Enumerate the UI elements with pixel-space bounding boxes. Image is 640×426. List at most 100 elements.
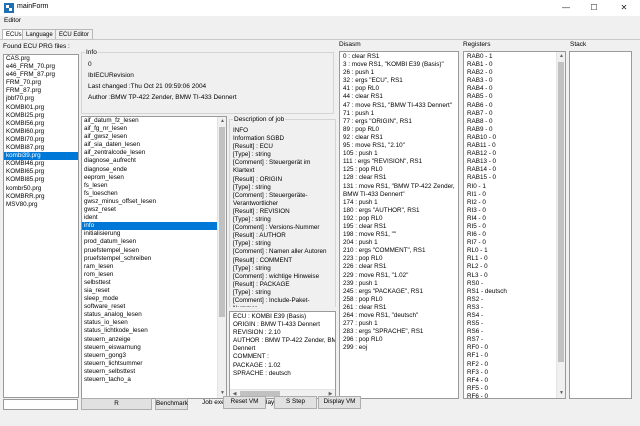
disasm-line: 210 : ergs "COMMENT", RS1 — [343, 247, 426, 255]
job-item[interactable]: diagnose_aufrecht — [82, 157, 226, 165]
job-item[interactable]: fs_loeschen — [82, 190, 226, 198]
found-prg-label: Found ECU PRG files : — [3, 43, 70, 50]
scroll-up-icon[interactable]: ▲ — [218, 117, 226, 126]
job-item[interactable]: steuern_eiswarnung — [82, 344, 226, 352]
job-item[interactable]: gwsz_reset — [82, 206, 226, 214]
bottom-input[interactable] — [3, 399, 78, 410]
maximize-button[interactable]: ☐ — [580, 0, 608, 16]
prg-file-item[interactable]: KOMBI46.prg — [4, 160, 78, 168]
register-line: RAB15 - 0 — [467, 174, 497, 182]
scroll-up-icon[interactable]: ▲ — [557, 52, 565, 61]
job-item[interactable]: status_analog_lesen — [82, 311, 226, 319]
prg-file-item[interactable]: CAS.prg — [4, 55, 78, 63]
disasm-line: 41 : pop RL0 — [343, 85, 380, 93]
disasm-line: 204 : push 1 — [343, 239, 378, 247]
job-item[interactable]: pruefstempel_schreiben — [82, 255, 226, 263]
scroll-down-icon[interactable]: ▼ — [557, 389, 565, 398]
register-line: RS5 - — [467, 320, 484, 328]
s-step-button[interactable]: S Step — [274, 396, 317, 409]
job-item[interactable]: steuern_gong3 — [82, 352, 226, 360]
close-button[interactable]: ✕ — [610, 0, 638, 16]
register-line: RI0 - 1 — [467, 182, 486, 190]
job-item[interactable]: fs_lesen — [82, 182, 226, 190]
job-item[interactable]: aif_datum_fz_lesen — [82, 117, 226, 125]
prg-file-item[interactable]: kombi39.prg — [4, 152, 78, 161]
job-item[interactable]: software_reset — [82, 303, 226, 311]
job-item[interactable]: sia_reset — [82, 287, 226, 295]
disasm-box[interactable]: 0 : clear RS1 3 : move RS1, "KOMBI E39 (B… — [339, 51, 459, 399]
job-item[interactable]: status_lichtkode_lesen — [82, 327, 226, 335]
stack-box[interactable] — [569, 51, 632, 399]
prg-file-item[interactable]: KOMBI70.prg — [4, 136, 78, 144]
result-line: AUTHOR : BMW TP-422 Zender, BMW TI-433 — [233, 337, 335, 345]
job-list[interactable]: aif_datum_fz_lesen aif_fg_nr_lesen aif_gws… — [81, 116, 227, 399]
job-item[interactable]: pruefstempel_lesen — [82, 247, 226, 255]
register-line: RAB14 - 0 — [467, 166, 497, 174]
job-item[interactable]: sleep_mode — [82, 295, 226, 303]
disasm-line: 89 : pop RL0 — [343, 125, 380, 133]
disasm-line: 128 : clear RS1 — [343, 174, 387, 182]
job-item[interactable]: info — [82, 222, 226, 231]
job-item[interactable]: prod_datum_lesen — [82, 238, 226, 246]
result-line: SPRACHE : deutsch — [233, 369, 291, 377]
scroll-thumb[interactable] — [558, 62, 564, 362]
info-group: Info 0 IbIECURevision Last changed :Thu … — [81, 49, 334, 114]
prg-file-list[interactable]: CAS.prg e46_FRM_70.prg e46_FRM_87.prg FRM_7… — [3, 54, 79, 398]
r-button[interactable]: R — [81, 398, 152, 410]
prg-file-item[interactable]: KOMBRR.prg — [4, 193, 78, 201]
registers-title: Registers — [463, 41, 491, 48]
benchmark-button[interactable]: Benchmark — [155, 398, 188, 410]
job-item[interactable]: aif_sia_daten_lesen — [82, 141, 226, 149]
prg-file-item[interactable]: KOMBI60.prg — [4, 128, 78, 136]
job-item[interactable]: steuern_selbsttest — [82, 368, 226, 376]
job-item[interactable]: ram_lesen — [82, 263, 226, 271]
prg-file-item[interactable]: jbbf70.prg — [4, 95, 78, 103]
disasm-line: 131 : move RS1, "BMW TP-422 Zender, — [343, 182, 455, 190]
prg-file-item[interactable]: KOMBI87.prg — [4, 144, 78, 152]
prg-file-item[interactable]: KOMBI85.prg — [4, 176, 78, 184]
job-item[interactable]: steuern_anzeige — [82, 336, 226, 344]
tab-ecu-editor[interactable]: ECU Editor — [55, 29, 94, 39]
prg-file-item[interactable]: e46_FRM_70.prg — [4, 63, 78, 71]
job-item[interactable]: selbsttest — [82, 279, 226, 287]
job-exec-label: Job exe — [202, 399, 225, 406]
job-item[interactable]: ident — [82, 214, 226, 222]
job-item[interactable]: steuern_tacho_a — [82, 376, 226, 384]
description-line: [Result] : ECU — [233, 143, 273, 151]
scroll-thumb[interactable] — [219, 127, 225, 317]
minimize-button[interactable]: — — [552, 0, 580, 16]
register-line: RS2 - — [467, 295, 484, 303]
job-item[interactable]: diagnose_ende — [82, 166, 226, 174]
job-list-scrollbar[interactable]: ▲ ▼ — [217, 117, 226, 398]
job-item[interactable]: gwsz_minus_offset_lesen — [82, 198, 226, 206]
job-item[interactable]: aif_gwsz_lesen — [82, 133, 226, 141]
prg-file-item[interactable]: KOMBI65.prg — [4, 168, 78, 176]
job-item[interactable]: initialisierung — [82, 230, 226, 238]
job-item[interactable]: aif_zentralcode_lesen — [82, 149, 226, 157]
job-item[interactable]: eeprom_lesen — [82, 174, 226, 182]
register-line: RS7 - — [467, 336, 484, 344]
menu-editor[interactable]: Editor — [4, 17, 21, 24]
registers-box[interactable]: RAB0 - 1 RAB1 - 0 RAB2 - 0 RAB3 - 0 RAB4 - 0… — [463, 51, 566, 399]
prg-file-item[interactable]: FRM_70.prg — [4, 79, 78, 87]
prg-file-item[interactable]: KOMBI01.prg — [4, 104, 78, 112]
register-line: RAB13 - 0 — [467, 158, 497, 166]
display-vm-button[interactable]: Display VM — [318, 396, 361, 409]
prg-file-item[interactable]: e46_FRM_87.prg — [4, 71, 78, 79]
registers-scrollbar[interactable]: ▲ ▼ — [556, 52, 565, 398]
job-item[interactable]: steuern_lichtsummer — [82, 360, 226, 368]
prg-file-item[interactable]: FRM_87.prg — [4, 87, 78, 95]
job-item[interactable]: status_io_lesen — [82, 319, 226, 327]
reset-vm-button[interactable]: Reset VM — [223, 396, 266, 409]
prg-file-item[interactable]: MSV80.prg — [4, 201, 78, 209]
prg-file-item[interactable]: KOMBI56.prg — [4, 120, 78, 128]
description-line: [Result] : REVISION — [233, 207, 290, 215]
results-box[interactable]: ECU : KOMBI E39 (Basis) ORIGIN : BMW TI-4… — [229, 311, 336, 399]
prg-file-item[interactable]: KOMBI25.prg — [4, 112, 78, 120]
job-item[interactable]: aif_fg_nr_lesen — [82, 125, 226, 133]
description-line: [Comment] : Namen aller Autoren — [233, 248, 327, 256]
tab-language[interactable]: Language — [22, 29, 57, 39]
job-item[interactable]: rom_lesen — [82, 271, 226, 279]
description-line: [Type] : string — [233, 183, 271, 191]
prg-file-item[interactable]: kombr50.prg — [4, 185, 78, 193]
